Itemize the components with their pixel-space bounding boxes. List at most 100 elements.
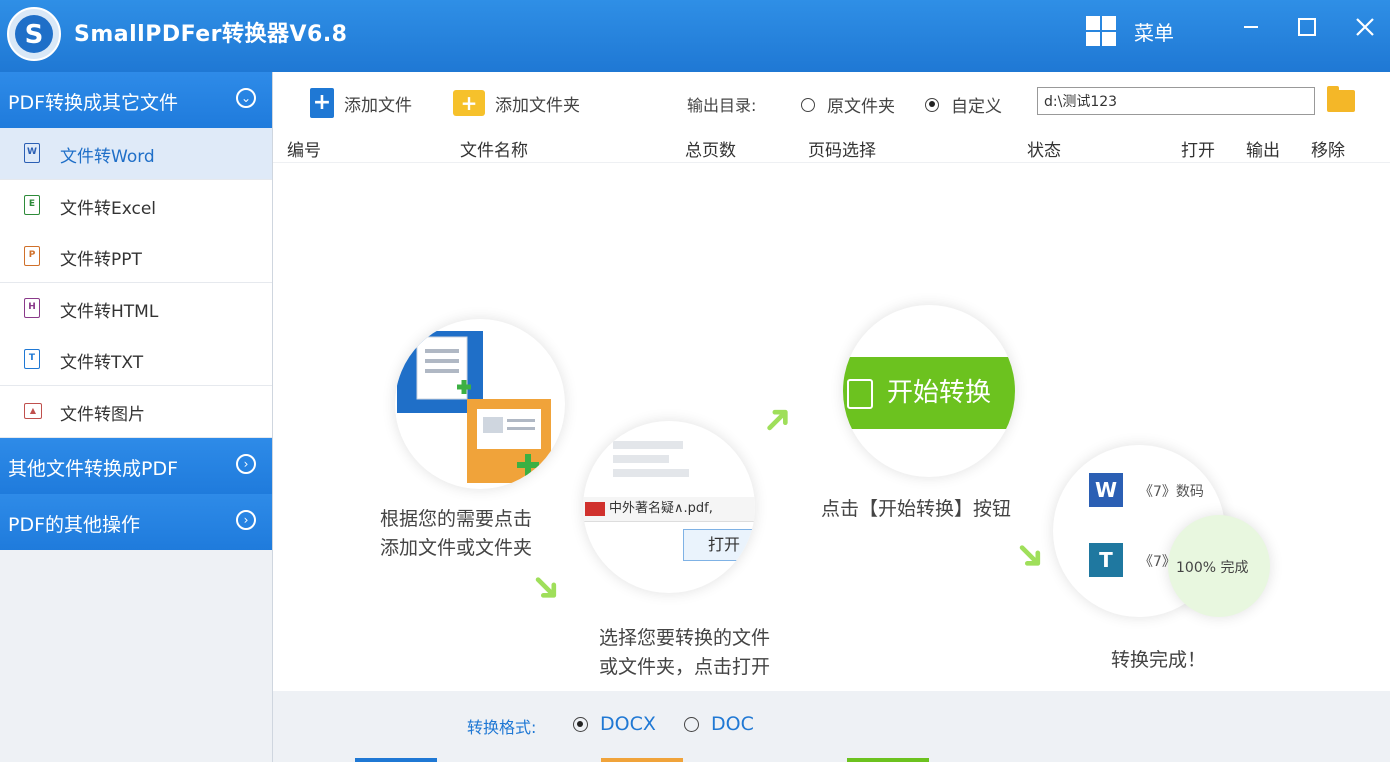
- radio-custom[interactable]: 自定义: [925, 92, 1002, 117]
- file-list-preview: [613, 435, 733, 495]
- add-folder-label: 添加文件夹: [495, 95, 580, 116]
- arrow-down-right-icon: ➜: [520, 560, 574, 614]
- sidebar-item-image[interactable]: ▲ 文件转图片: [0, 386, 272, 438]
- radio-dot: [684, 716, 699, 732]
- progress-text: 100% 完成: [1176, 560, 1249, 576]
- radio-label: 原文件夹: [827, 97, 895, 117]
- svg-text:S: S: [25, 20, 44, 50]
- step1-illustration: [395, 319, 565, 489]
- step4-text: 转换完成！: [1111, 649, 1207, 671]
- add-file-label: 添加文件: [344, 95, 412, 116]
- section-other-to-pdf[interactable]: 其他文件转换成PDF ›: [0, 438, 272, 494]
- format-doc-radio[interactable]: DOC: [684, 713, 754, 735]
- usage-guide: 根据您的需要点击 添加文件或文件夹 ➜ 中外著名疑∧.pdf, 打开 选择您要转…: [273, 163, 1390, 691]
- menu-button[interactable]: 菜单: [1086, 14, 1174, 48]
- col-number: 编号: [287, 141, 321, 161]
- step2-illustration: 中外著名疑∧.pdf, 打开: [583, 421, 755, 593]
- start-convert-preview: 开始转换: [843, 357, 1015, 429]
- arrow-down-right-icon: ➜: [1004, 528, 1058, 582]
- sidebar-item-txt[interactable]: T 文件转TXT: [0, 334, 272, 386]
- title-bar: S SmallPDFer转换器V6.8 菜单: [0, 0, 1390, 72]
- sidebar-item-label: 文件转Word: [60, 147, 155, 167]
- menu-label: 菜单: [1134, 20, 1174, 45]
- step2-text: 选择您要转换的文件 或文件夹，点击打开: [599, 624, 770, 682]
- play-icon: [847, 378, 873, 409]
- step3-text: 点击【开始转换】按钮: [821, 498, 1012, 520]
- radio-label: 自定义: [951, 97, 1002, 117]
- sidebar: PDF转换成其它文件 ⌄ W 文件转Word E 文件转Excel P 文件转P…: [0, 72, 273, 762]
- step1-text: 根据您的需要点击 添加文件或文件夹: [380, 505, 532, 563]
- format-label: 转换格式:: [467, 718, 537, 737]
- radio-dot-selected: [573, 716, 588, 732]
- toolbar: + 添加文件 + 添加文件夹 输出目录: 原文件夹 自定义: [273, 72, 1390, 132]
- txt-file-icon: T: [24, 349, 40, 369]
- browse-folder-icon[interactable]: [1327, 86, 1355, 112]
- sidebar-item-excel[interactable]: E 文件转Excel: [0, 180, 272, 232]
- ppt-file-icon: P: [24, 246, 40, 266]
- bottom-bar: 转换格式: DOCX DOC: [273, 691, 1390, 762]
- col-remove: 移除: [1311, 141, 1345, 161]
- sidebar-item-label: 文件转PPT: [60, 250, 142, 270]
- col-output: 输出: [1246, 141, 1280, 161]
- chevron-right-icon: ›: [236, 454, 256, 474]
- add-folder-icon: +: [453, 90, 485, 116]
- pdf-file-icon: [585, 501, 605, 516]
- radio-dot: [801, 97, 815, 112]
- radio-original-folder[interactable]: 原文件夹: [801, 92, 895, 117]
- action-button-stub-orange[interactable]: [601, 758, 683, 762]
- output-path-input[interactable]: [1037, 87, 1315, 115]
- add-folder-button[interactable]: + 添加文件夹: [453, 88, 580, 118]
- word-doc-icon: W: [1089, 473, 1123, 507]
- start-convert-preview-label: 开始转换: [887, 378, 992, 408]
- sidebar-item-word[interactable]: W 文件转Word: [0, 128, 272, 180]
- sidebar-item-label: 文件转图片: [60, 405, 145, 425]
- progress-bubble: 100% 完成: [1168, 515, 1270, 617]
- action-button-stub-green[interactable]: [847, 758, 929, 762]
- format-docx-radio[interactable]: DOCX: [573, 713, 656, 735]
- sidebar-item-html[interactable]: H 文件转HTML: [0, 283, 272, 335]
- converted-file-1: 《7》数码: [1139, 484, 1204, 500]
- col-total-pages: 总页数: [685, 141, 736, 161]
- add-files-illustration-icon: [397, 331, 551, 483]
- file-table-header: 编号 文件名称 总页数 页码选择 状态 打开 输出 移除: [273, 132, 1390, 163]
- format-doc-label: DOC: [711, 713, 754, 735]
- maximize-icon[interactable]: [1294, 14, 1320, 40]
- section-label: 其他文件转换成PDF: [8, 458, 179, 480]
- col-status: 状态: [1027, 141, 1061, 161]
- html-file-icon: H: [24, 298, 40, 318]
- add-file-icon: +: [310, 88, 334, 118]
- section-pdf-to-other[interactable]: PDF转换成其它文件 ⌄: [0, 72, 272, 128]
- section-label: PDF的其他操作: [8, 514, 141, 536]
- selected-file-row: 中外著名疑∧.pdf,: [583, 497, 755, 522]
- image-file-icon: ▲: [24, 403, 42, 419]
- step1-line2: 添加文件或文件夹: [380, 537, 533, 559]
- sidebar-item-ppt[interactable]: P 文件转PPT: [0, 231, 272, 283]
- output-dir-label: 输出目录:: [687, 96, 757, 115]
- section-label: PDF转换成其它文件: [8, 92, 179, 114]
- excel-file-icon: E: [24, 195, 40, 215]
- menu-grid-icon: [1086, 16, 1116, 46]
- section-pdf-ops[interactable]: PDF的其他操作 ›: [0, 494, 272, 550]
- col-page-select: 页码选择: [808, 141, 876, 161]
- col-open: 打开: [1181, 141, 1215, 161]
- txt-doc-icon: T: [1089, 543, 1123, 577]
- sidebar-item-label: 文件转TXT: [60, 353, 144, 373]
- step3-illustration: 开始转换: [843, 305, 1015, 477]
- word-file-icon: W: [24, 143, 40, 163]
- selected-file-name: 中外著名疑∧.pdf,: [609, 501, 713, 516]
- sidebar-item-label: 文件转Excel: [60, 199, 157, 219]
- step2-line2: 或文件夹，点击打开: [599, 656, 771, 678]
- minimize-icon[interactable]: [1238, 14, 1264, 40]
- radio-dot-selected: [925, 97, 939, 112]
- sidebar-item-label: 文件转HTML: [60, 302, 159, 322]
- open-dialog-button: 打开: [683, 529, 755, 561]
- format-docx-label: DOCX: [600, 713, 656, 735]
- action-button-stub-blue[interactable]: [355, 758, 437, 762]
- chevron-down-icon: ⌄: [236, 88, 256, 108]
- app-logo-icon: S: [7, 7, 61, 61]
- add-file-button[interactable]: + 添加文件: [310, 88, 412, 118]
- step2-line1: 选择您要转换的文件: [599, 627, 771, 649]
- col-filename: 文件名称: [460, 141, 528, 161]
- step1-line1: 根据您的需要点击: [380, 508, 533, 530]
- close-icon[interactable]: [1352, 14, 1378, 40]
